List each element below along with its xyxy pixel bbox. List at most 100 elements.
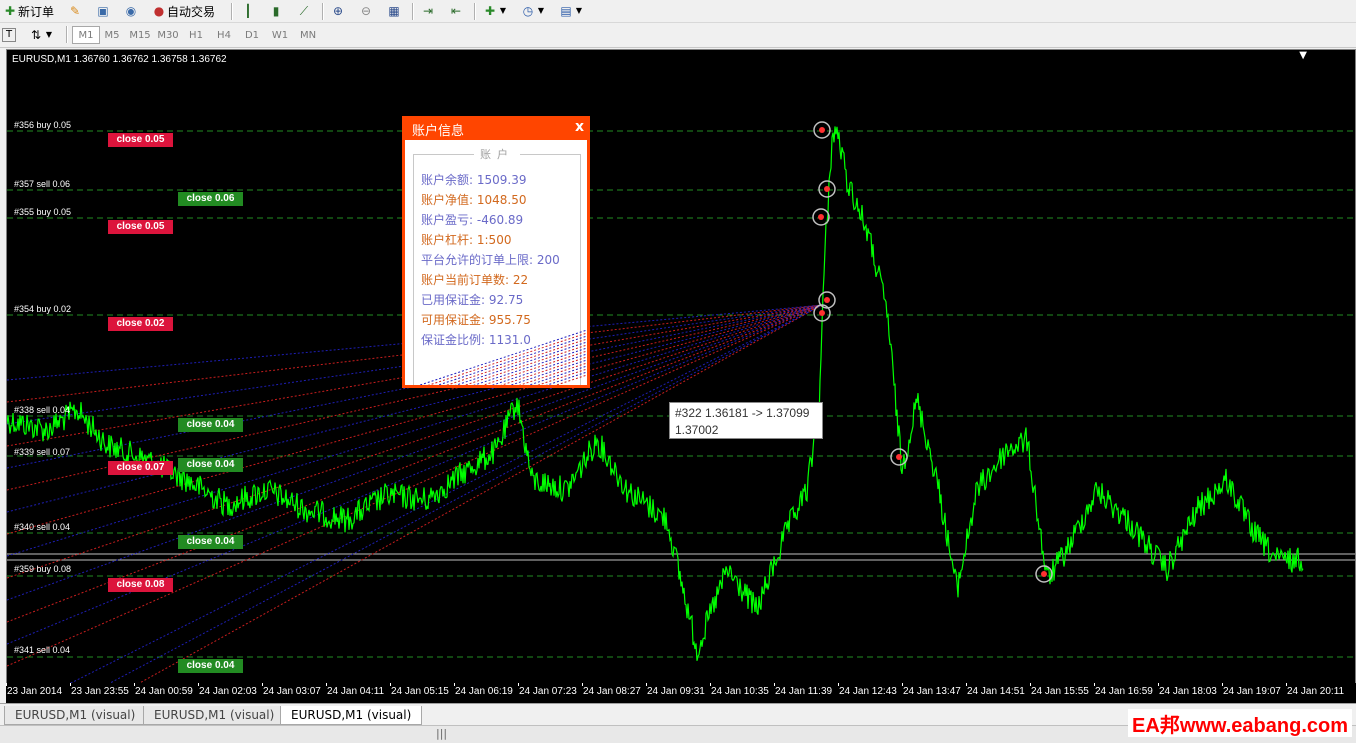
timeframe-m5[interactable]: M5 — [99, 26, 125, 44]
close-order-button[interactable]: close 0.08 — [108, 578, 173, 592]
chart-tab[interactable]: EURUSD,M1 (visual) — [143, 706, 286, 725]
time-tick-mark — [390, 683, 391, 686]
time-tick: 24 Jan 20:11 — [1287, 686, 1345, 697]
panel-body: 账户 账户余额: 1509.39 账户净值: 1048.50 账户盈亏: -46… — [405, 140, 587, 385]
order-marker-dot — [824, 186, 830, 192]
trade-history-line — [473, 347, 587, 385]
chevron-down-icon: ▼ — [575, 6, 583, 15]
account-info-panel: 账户信息 x 账户 账户余额: 1509.39 账户净值: 1048.50 账户… — [402, 116, 590, 388]
panel-title: 账户信息 — [412, 124, 465, 139]
trade-history-line — [518, 362, 587, 385]
time-tick: 24 Jan 07:23 — [519, 686, 577, 697]
price-series — [7, 126, 1304, 661]
close-order-button[interactable]: close 0.07 — [108, 461, 173, 475]
order-label: #340 sell 0.04 — [14, 522, 71, 532]
meta-editor-button[interactable]: ✎ — [67, 2, 83, 20]
time-tick-mark — [646, 683, 647, 686]
time-tick: 24 Jan 19:07 — [1223, 686, 1281, 697]
panel-close-button[interactable]: x — [575, 119, 584, 135]
time-tick: 24 Jan 13:47 — [903, 686, 961, 697]
time-tick-mark — [1094, 683, 1095, 686]
signal-icon: ◉ — [125, 4, 137, 18]
auto-trade-button[interactable]: ● 自动交易 — [151, 2, 215, 20]
timeframe-d1[interactable]: D1 — [239, 26, 265, 44]
chart-canvas — [7, 121, 1355, 691]
arrows-tool-button[interactable]: ⇅ ▼ — [28, 26, 54, 44]
terminal-button[interactable]: ▣ — [95, 2, 111, 20]
trade-history-line — [445, 338, 587, 385]
toolbar-separator — [231, 3, 233, 20]
close-order-button[interactable]: close 0.06 — [178, 192, 243, 206]
time-tick: 24 Jan 06:19 — [455, 686, 513, 697]
trade-history-line — [427, 332, 587, 385]
close-order-button[interactable]: close 0.04 — [178, 659, 243, 673]
time-tick: 24 Jan 14:51 — [967, 686, 1025, 697]
zoom-in-icon: ⊕ — [332, 4, 344, 18]
close-order-button[interactable]: close 0.04 — [178, 535, 243, 549]
chart-shift-icon: ⇥ — [422, 4, 434, 18]
close-order-button[interactable]: close 0.02 — [108, 317, 173, 331]
resize-grip[interactable]: ||| — [436, 727, 447, 740]
time-tick: 24 Jan 10:35 — [711, 686, 769, 697]
close-order-button[interactable]: close 0.05 — [108, 133, 173, 147]
order-label: #356 buy 0.05 — [14, 120, 72, 130]
bar-chart-button[interactable]: ┃ — [240, 2, 256, 20]
timeframe-m1[interactable]: M1 — [72, 26, 100, 44]
text-tool-button[interactable]: T — [2, 26, 16, 44]
timeframe-m30[interactable]: M30 — [155, 26, 181, 44]
tile-icon: ▦ — [388, 4, 400, 18]
time-tick-mark — [902, 683, 903, 686]
main-toolbar: ✚ 新订单 ✎ ▣ ◉ ● 自动交易 ┃ ▮ ⟋ ⊕ ⊖ ▦ ⇥ ⇤ ✚ ▼ ◷ ▼… — [0, 0, 1356, 23]
terminal-icon: ▣ — [97, 4, 109, 18]
zoom-in-button[interactable]: ⊕ — [330, 2, 346, 20]
text-icon: T — [2, 28, 16, 42]
candlestick-button[interactable]: ▮ — [268, 2, 284, 20]
close-order-button[interactable]: close 0.04 — [178, 418, 243, 432]
time-tick: 24 Jan 02:03 — [199, 686, 257, 697]
toolbar-separator — [474, 3, 476, 20]
order-marker-dot — [819, 127, 825, 133]
timeframe-m15[interactable]: M15 — [127, 26, 153, 44]
chevron-down-icon: ▼ — [537, 6, 545, 15]
time-tick: 24 Jan 16:59 — [1095, 686, 1153, 697]
auto-scroll-button[interactable]: ⇤ — [448, 2, 464, 20]
close-order-button[interactable]: close 0.04 — [178, 458, 243, 472]
time-tick-mark — [1158, 683, 1159, 686]
new-order-button[interactable]: ✚ 新订单 — [2, 2, 54, 20]
templates-button[interactable]: ▤ ▼ — [558, 2, 584, 20]
close-order-button[interactable]: close 0.05 — [108, 220, 173, 234]
time-tick: 23 Jan 23:55 — [71, 686, 129, 697]
tile-windows-button[interactable]: ▦ — [386, 2, 402, 20]
time-tick: 23 Jan 2014 — [7, 686, 63, 697]
trade-history-line — [464, 344, 587, 385]
time-tick-mark — [838, 683, 839, 686]
chart-shift-marker-icon[interactable]: ▼ — [1299, 50, 1307, 61]
time-tick: 24 Jan 18:03 — [1159, 686, 1217, 697]
timeframe-h4[interactable]: H4 — [211, 26, 237, 44]
line-chart-button[interactable]: ⟋ — [296, 2, 312, 20]
time-tick: 24 Jan 04:11 — [327, 686, 385, 697]
time-tick-mark — [966, 683, 967, 686]
chart-tab[interactable]: EURUSD,M1 (visual) — [4, 706, 147, 725]
chart-shift-button[interactable]: ⇥ — [420, 2, 436, 20]
price-chart[interactable]: EURUSD,M1 1.36760 1.36762 1.36758 1.3676… — [6, 49, 1356, 702]
trade-history-line — [454, 341, 587, 385]
time-tick-mark — [198, 683, 199, 686]
time-tick-mark — [1222, 683, 1223, 686]
timeframe-w1[interactable]: W1 — [267, 26, 293, 44]
timeframe-h1[interactable]: H1 — [183, 26, 209, 44]
chart-tab-active[interactable]: EURUSD,M1 (visual) — [280, 706, 423, 725]
periods-button[interactable]: ◷ ▼ — [520, 2, 546, 20]
order-label: #354 buy 0.02 — [14, 304, 72, 314]
order-marker-dot — [819, 310, 825, 316]
order-marker-dot — [818, 214, 824, 220]
time-tick-mark — [326, 683, 327, 686]
zoom-out-button[interactable]: ⊖ — [358, 2, 374, 20]
signals-button[interactable]: ◉ — [123, 2, 139, 20]
indicators-button[interactable]: ✚ ▼ — [482, 2, 508, 20]
time-tick: 24 Jan 08:27 — [583, 686, 641, 697]
time-tick-mark — [6, 683, 7, 686]
time-tick-mark — [262, 683, 263, 686]
order-tooltip: #322 1.36181 -> 1.37099 1.37002 — [669, 402, 823, 439]
timeframe-mn[interactable]: MN — [295, 26, 321, 44]
